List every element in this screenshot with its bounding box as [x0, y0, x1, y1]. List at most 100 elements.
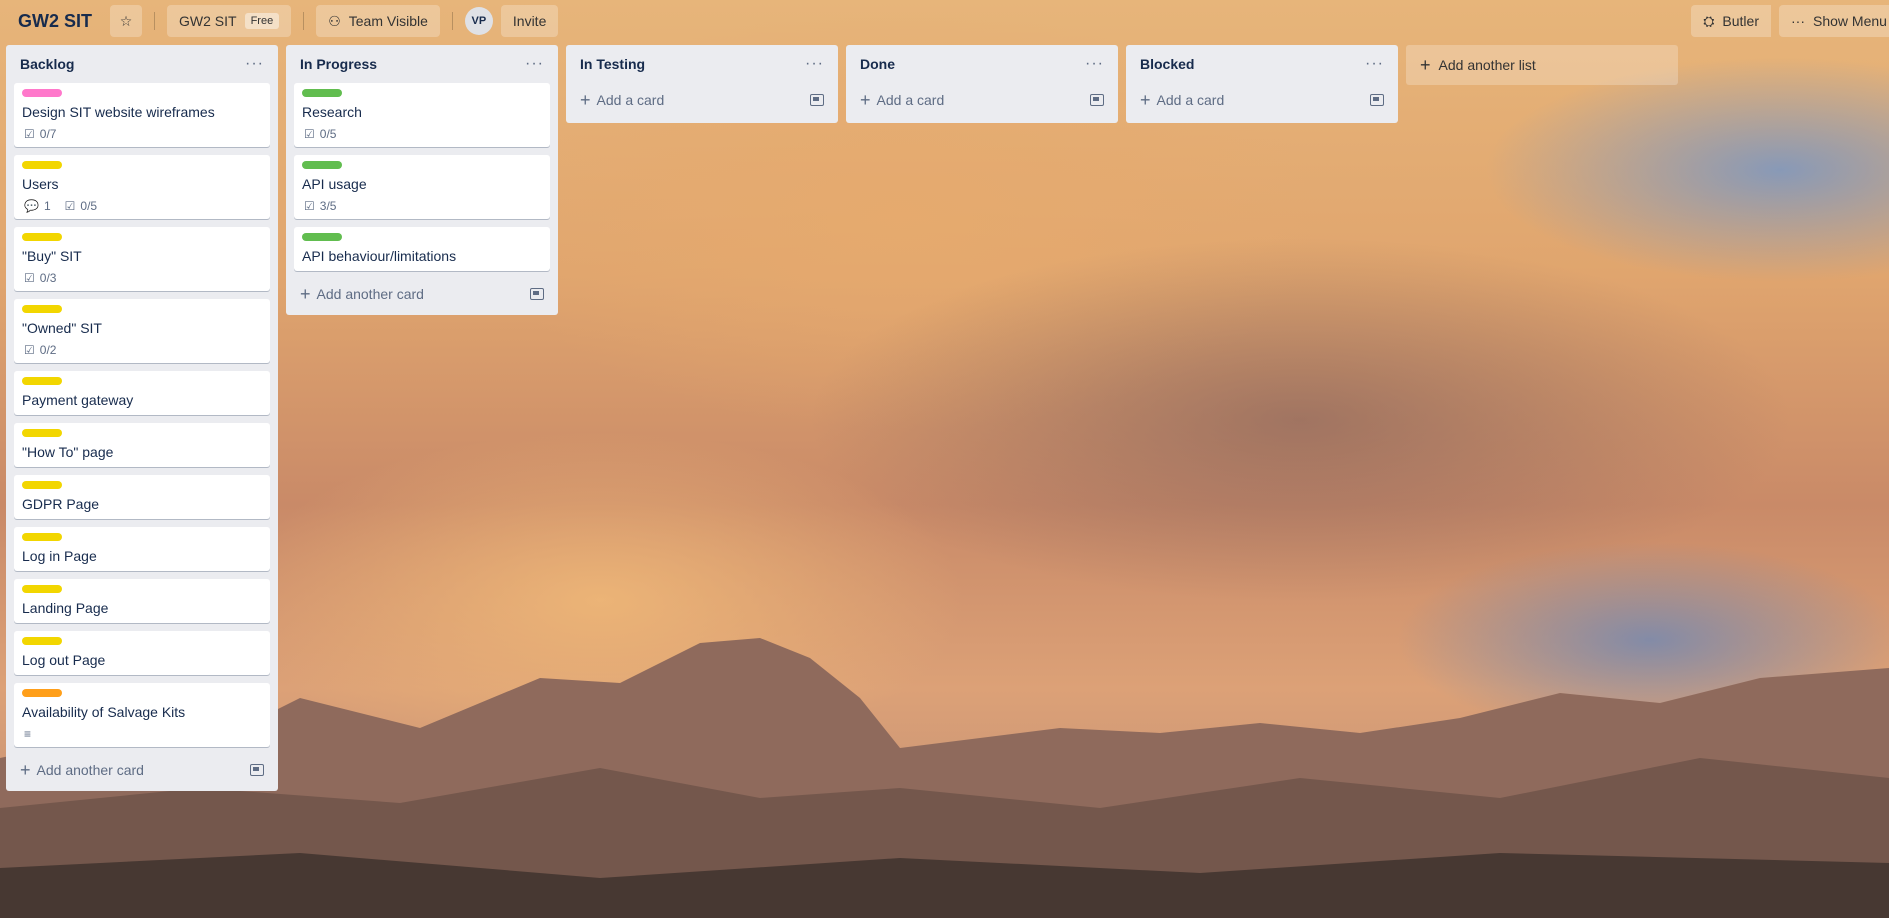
- card-template-icon[interactable]: [1090, 94, 1104, 106]
- list-title[interactable]: Blocked: [1140, 56, 1194, 72]
- card-badges: 💬 1 ☑ 0/5: [22, 199, 262, 213]
- list-title[interactable]: Backlog: [20, 56, 74, 72]
- header-divider: [451, 12, 453, 30]
- list-menu-icon[interactable]: ···: [245, 55, 264, 73]
- invite-button[interactable]: Invite: [500, 5, 559, 37]
- list-menu-icon[interactable]: ···: [1085, 55, 1104, 73]
- add-card-label: Add a card: [596, 92, 665, 108]
- butler-label: Butler: [1722, 13, 1759, 29]
- background-mountains: [0, 638, 1889, 918]
- card[interactable]: Users 💬 1 ☑ 0/5: [14, 155, 270, 219]
- header-right: ⛭ Butler ··· Show Menu: [1691, 5, 1889, 37]
- list-menu-icon[interactable]: ···: [1365, 55, 1384, 73]
- checklist-badge: ☑ 0/5: [304, 127, 336, 141]
- card-template-icon[interactable]: [530, 288, 544, 300]
- card-label: [22, 533, 62, 541]
- card-label: [22, 233, 62, 241]
- list-menu-icon[interactable]: ···: [525, 55, 544, 73]
- comment-icon: 💬: [24, 199, 39, 213]
- plus-icon: +: [860, 90, 871, 110]
- card[interactable]: Research ☑ 0/5: [294, 83, 550, 147]
- list-backlog: Backlog ··· Design SIT website wireframe…: [6, 45, 278, 791]
- checklist-icon: ☑: [304, 127, 315, 141]
- add-card-button[interactable]: + Add a card: [574, 83, 830, 117]
- list-menu-icon[interactable]: ···: [805, 55, 824, 73]
- card[interactable]: Payment gateway: [14, 371, 270, 415]
- list-title[interactable]: In Testing: [580, 56, 645, 72]
- card-label: [22, 637, 62, 645]
- checklist-count: 0/2: [39, 343, 57, 357]
- butler-button[interactable]: ⛭ Butler: [1691, 5, 1771, 37]
- star-icon: ☆: [119, 12, 133, 29]
- add-list-label: Add another list: [1438, 57, 1536, 73]
- add-card-content: + Add a card: [860, 91, 944, 109]
- card-label: [302, 89, 342, 97]
- list-header: Done ···: [854, 45, 1110, 83]
- workspace-name: GW2 SIT: [179, 13, 237, 29]
- checklist-badge: ☑ 0/7: [24, 127, 56, 141]
- card-title: Design SIT website wireframes: [22, 104, 215, 120]
- list-header: In Testing ···: [574, 45, 830, 83]
- add-list-button[interactable]: + Add another list: [1406, 45, 1678, 85]
- checklist-count: 0/5: [319, 127, 337, 141]
- show-menu-label: Show Menu: [1813, 13, 1887, 29]
- add-card-content: + Add another card: [20, 761, 144, 779]
- checklist-badge: ☑ 0/2: [24, 343, 56, 357]
- plus-icon: +: [1140, 90, 1151, 110]
- card-label: [302, 233, 342, 241]
- show-menu-button[interactable]: ··· Show Menu: [1779, 5, 1889, 37]
- card-badges: ☑ 0/2: [22, 343, 262, 357]
- add-card-button[interactable]: + Add a card: [854, 83, 1110, 117]
- card[interactable]: Landing Page: [14, 579, 270, 623]
- avatar[interactable]: VP: [464, 7, 493, 35]
- card-title: API behaviour/limitations: [302, 248, 457, 264]
- card-label: [22, 89, 62, 97]
- card-template-icon[interactable]: [810, 94, 824, 106]
- card[interactable]: API usage ☑ 3/5: [294, 155, 550, 219]
- add-card-button[interactable]: + Add another card: [294, 279, 550, 309]
- workspace-button[interactable]: GW2 SIT Free: [167, 5, 292, 37]
- card-title: Research: [302, 104, 362, 120]
- star-button[interactable]: ☆: [110, 5, 143, 37]
- add-card-button[interactable]: + Add another card: [14, 755, 270, 785]
- add-card-button[interactable]: + Add a card: [1134, 83, 1390, 117]
- card[interactable]: Log in Page: [14, 527, 270, 571]
- visibility-button[interactable]: ⚇ Team Visible: [316, 5, 440, 37]
- list-blocked: Blocked ··· + Add a card: [1126, 45, 1398, 123]
- checklist-icon: ☑: [64, 199, 76, 213]
- card-label: [22, 429, 62, 437]
- checklist-icon: ☑: [24, 127, 35, 141]
- checklist-count: 0/5: [80, 199, 98, 213]
- card-template-icon[interactable]: [1370, 94, 1384, 106]
- comment-badge: 💬 1: [24, 199, 51, 213]
- card[interactable]: API behaviour/limitations: [294, 227, 550, 271]
- card-title: "How To" page: [22, 444, 114, 460]
- card[interactable]: GDPR Page: [14, 475, 270, 519]
- add-card-label: Add another card: [316, 286, 424, 302]
- list-in-testing: In Testing ··· + Add a card: [566, 45, 838, 123]
- card[interactable]: "Buy" SIT ☑ 0/3: [14, 227, 270, 291]
- board-header: GW2 SIT ☆ GW2 SIT Free ⚇ Team Visible VP…: [0, 0, 1889, 42]
- plus-icon: +: [580, 90, 591, 110]
- list-header: Backlog ···: [14, 45, 270, 83]
- card-title: Payment gateway: [22, 392, 134, 408]
- header-divider: [303, 12, 305, 30]
- more-icon: ···: [1791, 13, 1805, 29]
- card[interactable]: Log out Page: [14, 631, 270, 675]
- card-title: Users: [22, 176, 59, 192]
- list-title[interactable]: In Progress: [300, 56, 377, 72]
- card-badges: ☑ 0/5: [302, 127, 542, 141]
- card[interactable]: "Owned" SIT ☑ 0/2: [14, 299, 270, 363]
- card-label: [22, 689, 62, 697]
- card[interactable]: Availability of Salvage Kits ≡: [14, 683, 270, 747]
- list-title[interactable]: Done: [860, 56, 895, 72]
- card[interactable]: "How To" page: [14, 423, 270, 467]
- card-badges: ☑ 0/7: [22, 127, 262, 141]
- board-title[interactable]: GW2 SIT: [18, 11, 92, 32]
- card-label: [22, 161, 62, 169]
- card-template-icon[interactable]: [250, 764, 264, 776]
- checklist-icon: ☑: [24, 271, 35, 285]
- card[interactable]: Design SIT website wireframes ☑ 0/7: [14, 83, 270, 147]
- card-title: Landing Page: [22, 600, 109, 616]
- card-label: [22, 585, 62, 593]
